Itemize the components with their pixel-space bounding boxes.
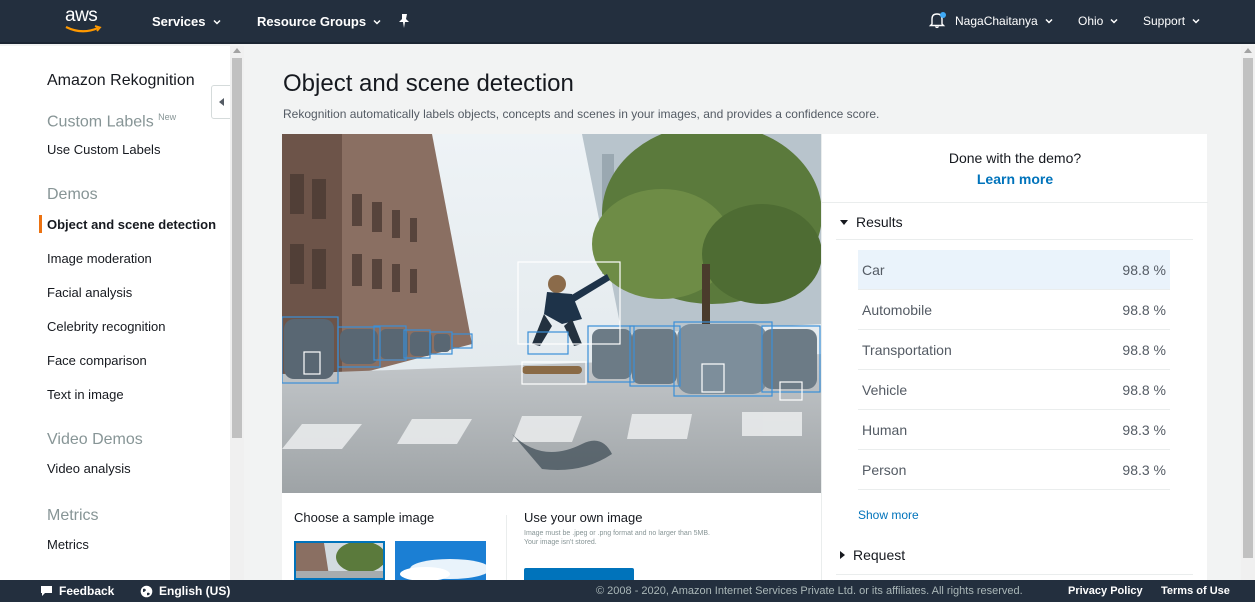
sample-image-panel: Choose a sample image Use your own image…: [282, 493, 822, 580]
scroll-up-arrow-icon[interactable]: [233, 48, 241, 53]
show-more-link[interactable]: Show more: [858, 508, 919, 522]
services-menu[interactable]: Services: [152, 14, 222, 29]
use-own-image-label: Use your own image: [524, 510, 643, 525]
main-scrollbar[interactable]: [1241, 46, 1255, 580]
sidebar-item-use-custom-labels[interactable]: Use Custom Labels: [47, 142, 160, 157]
active-indicator: [39, 215, 42, 233]
pin-icon[interactable]: [397, 13, 411, 29]
chevron-down-icon: [373, 19, 381, 25]
sidebar-item-facial-analysis[interactable]: Facial analysis: [47, 285, 132, 300]
result-confidence: 98.8 %: [1122, 341, 1166, 358]
aws-logo[interactable]: aws: [64, 5, 108, 36]
user-name: NagaChaitanya: [955, 14, 1038, 28]
results-heading: Results: [856, 214, 903, 230]
caret-right-icon: [840, 551, 845, 559]
globe-icon: [140, 585, 153, 597]
street-scene-illustration: [282, 134, 822, 493]
feedback-link[interactable]: Feedback: [40, 584, 114, 598]
copyright-text: © 2008 - 2020, Amazon Internet Services …: [596, 585, 1023, 597]
chevron-down-icon: [1045, 18, 1053, 24]
sidebar-section-metrics: Metrics: [47, 507, 99, 524]
scrollbar-thumb[interactable]: [232, 58, 242, 438]
region-menu[interactable]: Ohio: [1078, 14, 1119, 28]
request-toggle[interactable]: Request: [840, 547, 905, 563]
notifications-bell-icon[interactable]: [928, 11, 946, 29]
result-row[interactable]: Human 98.3 %: [858, 410, 1170, 450]
privacy-policy-link[interactable]: Privacy Policy: [1068, 585, 1143, 597]
chevron-down-icon: [1110, 18, 1118, 24]
divider: [822, 202, 1208, 203]
result-confidence: 98.8 %: [1122, 261, 1166, 278]
result-row[interactable]: Car 98.8 %: [858, 250, 1170, 290]
services-label: Services: [152, 14, 206, 29]
result-label: Automobile: [862, 301, 933, 318]
footer-bar: Feedback English (US) © 2008 - 2020, Ama…: [0, 580, 1255, 602]
page-title: Object and scene detection: [283, 70, 574, 97]
done-with-demo-text: Done with the demo?: [948, 150, 1082, 166]
sample-image-thumbnail-sky[interactable]: [395, 541, 486, 580]
chevron-down-icon: [212, 19, 221, 25]
user-account-menu[interactable]: NagaChaitanya: [955, 14, 1054, 28]
result-label: Transportation: [862, 341, 952, 358]
speech-bubble-icon: [41, 586, 52, 596]
sidebar-scrollbar[interactable]: [230, 46, 244, 580]
new-badge: New: [158, 112, 177, 122]
aws-logo-text: aws: [65, 5, 98, 26]
sidebar-section-custom-labels: Custom Labels New: [47, 112, 176, 131]
terms-of-use-link[interactable]: Terms of Use: [1161, 585, 1230, 597]
resource-groups-menu[interactable]: Resource Groups: [257, 14, 382, 29]
sidebar-title: Amazon Rekognition: [47, 72, 195, 89]
result-label: Human: [862, 421, 908, 438]
upload-note: Image must be .jpeg or .png format and n…: [524, 530, 710, 546]
custom-labels-heading: Custom Labels: [47, 113, 154, 131]
scrollbar-thumb[interactable]: [1243, 58, 1253, 558]
sidebar-item-metrics[interactable]: Metrics: [47, 537, 89, 552]
divider: [506, 515, 507, 580]
sidebar-section-video-demos: Video Demos: [47, 431, 143, 448]
choose-sample-label: Choose a sample image: [294, 510, 435, 525]
result-label: Person: [862, 461, 907, 478]
sidebar-item-object-scene-detection[interactable]: Object and scene detection: [47, 217, 216, 232]
result-row[interactable]: Transportation 98.8 %: [858, 330, 1170, 370]
chevron-down-icon: [1192, 18, 1200, 24]
result-row[interactable]: Person 98.3 %: [858, 450, 1170, 490]
learn-more-link[interactable]: Learn more: [822, 171, 1208, 187]
region-label: Ohio: [1078, 14, 1104, 28]
divider: [836, 239, 1193, 240]
result-confidence: 98.3 %: [1122, 421, 1166, 438]
sidebar-item-text-in-image[interactable]: Text in image: [47, 387, 124, 402]
sidebar-item-image-moderation[interactable]: Image moderation: [47, 251, 152, 266]
scroll-up-arrow-icon[interactable]: [1244, 48, 1252, 53]
sidebar-item-face-comparison[interactable]: Face comparison: [47, 353, 147, 368]
aws-smile-icon: [65, 25, 102, 33]
page-subtitle: Rekognition automatically labels objects…: [283, 107, 880, 121]
support-label: Support: [1143, 14, 1186, 28]
divider: [836, 574, 1193, 575]
result-confidence: 98.8 %: [1122, 381, 1166, 398]
collapse-sidebar-button[interactable]: [211, 85, 231, 119]
sidebar-section-demos: Demos: [47, 186, 98, 203]
result-label: Vehicle: [862, 381, 908, 398]
top-navigation-bar: aws Services Resource Groups NagaChaitan…: [0, 0, 1255, 44]
sidebar-item-video-analysis[interactable]: Video analysis: [47, 461, 131, 476]
request-heading: Request: [853, 547, 906, 563]
feedback-label: Feedback: [59, 584, 115, 598]
chevron-left-icon: [218, 98, 224, 106]
sidebar-item-celebrity-recognition[interactable]: Celebrity recognition: [47, 319, 166, 334]
support-menu[interactable]: Support: [1143, 14, 1201, 28]
language-selector[interactable]: English (US): [140, 584, 230, 598]
sample-image-thumbnail-street[interactable]: [294, 541, 385, 580]
caret-down-icon: [840, 219, 848, 225]
language-label: English (US): [159, 584, 231, 598]
results-panel: Done with the demo? Learn more Results C…: [821, 134, 1208, 580]
demo-image: [282, 134, 822, 493]
result-row[interactable]: Automobile 98.8 %: [858, 290, 1170, 330]
result-label: Car: [862, 261, 885, 278]
result-row[interactable]: Vehicle 98.8 %: [858, 370, 1170, 410]
resource-groups-label: Resource Groups: [257, 14, 367, 29]
upload-button[interactable]: [524, 568, 634, 580]
result-confidence: 98.8 %: [1122, 301, 1166, 318]
result-confidence: 98.3 %: [1122, 461, 1166, 478]
results-toggle[interactable]: Results: [840, 214, 903, 230]
